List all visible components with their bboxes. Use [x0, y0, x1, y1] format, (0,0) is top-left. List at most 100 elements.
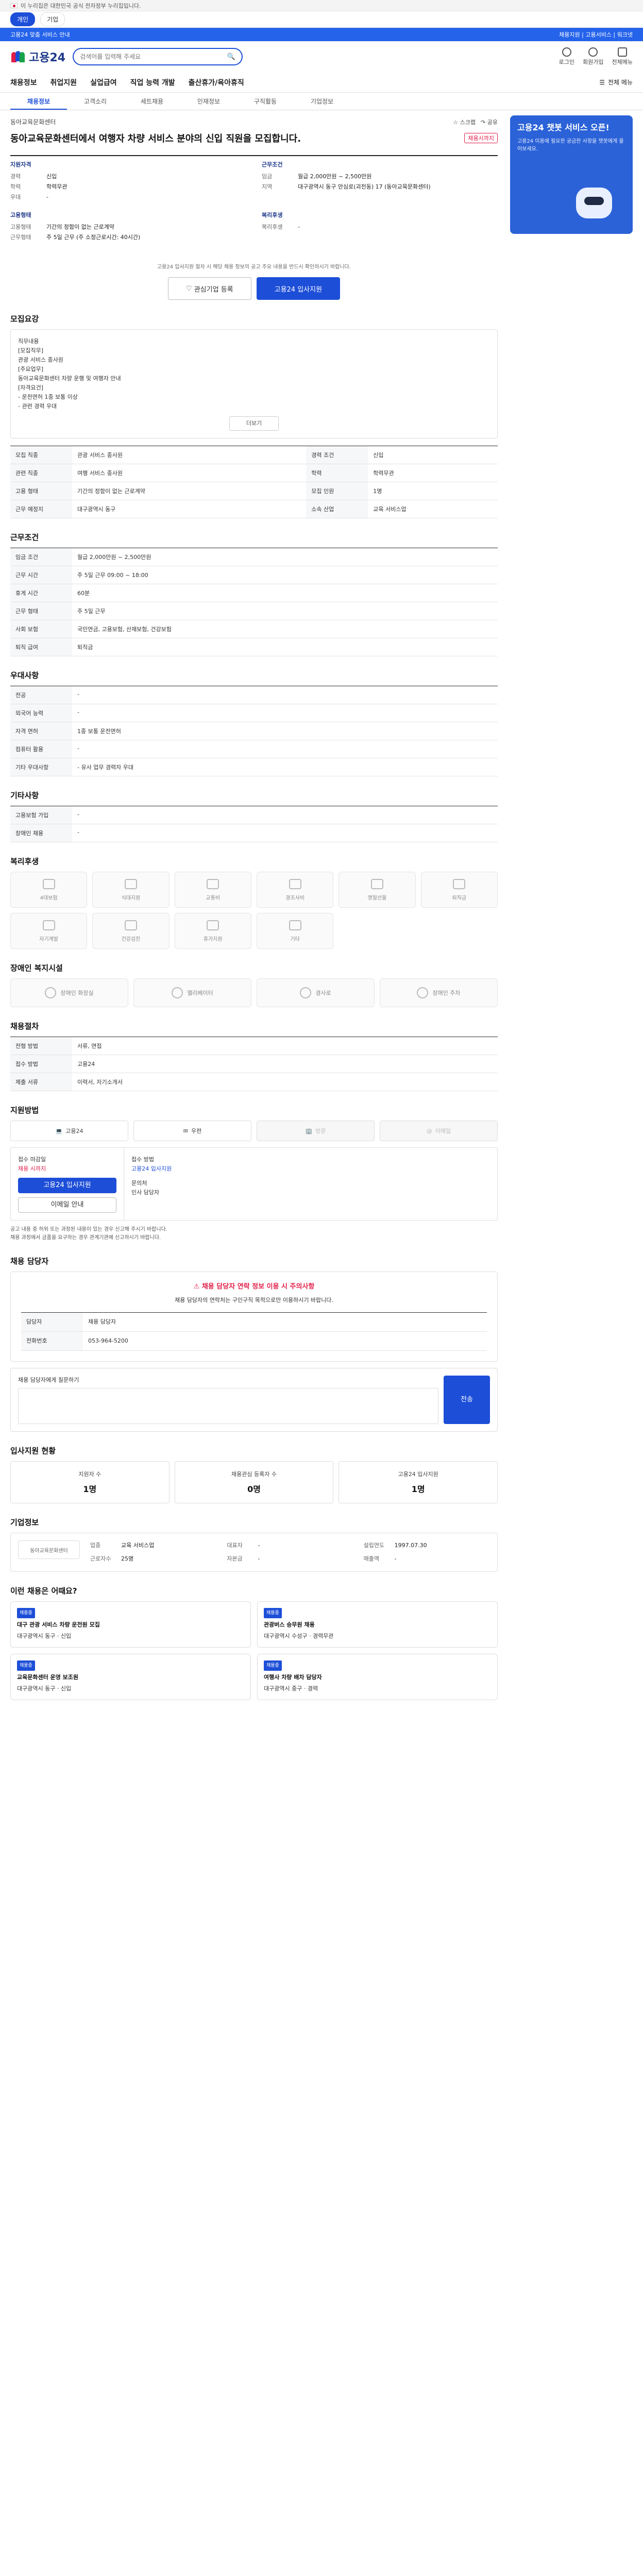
- search-icon[interactable]: 🔍: [227, 53, 235, 61]
- logo[interactable]: 고용24: [10, 48, 65, 65]
- detail-line: - 운전면허 1종 보통 이상: [18, 394, 78, 400]
- gnb-item-support[interactable]: 취업지원: [50, 77, 77, 88]
- gnb-item-training[interactable]: 직업 능력 개발: [130, 77, 175, 88]
- table-header-cell: 컴퓨터 활용: [10, 740, 72, 758]
- all-menu-label: 전체메뉴: [612, 59, 633, 65]
- star-icon: ☆: [453, 118, 459, 126]
- more-button[interactable]: 더보기: [229, 416, 279, 431]
- all-menu-button[interactable]: 전체메뉴: [612, 47, 633, 66]
- welfare-icon: [207, 920, 219, 930]
- tab-company-info[interactable]: 기업정보: [294, 93, 350, 110]
- welfare-card: 건강검진: [92, 913, 170, 949]
- table-row: 휴게 시간 60분: [10, 584, 498, 602]
- company-info-box: 동아교육문화센터 업종 교육 서비스업 대표자 - 설립연도 1997.07.30 근…: [10, 1533, 498, 1572]
- apply-counts: 지원자 수 1명 채용관심 등록자 수 0명 고용24 입사지원 1명: [10, 1461, 498, 1503]
- recommend-card[interactable]: 채용중 교육문화센터 운영 보조원 대구광역시 동구 · 신입: [10, 1654, 251, 1700]
- kv-value: 신입: [46, 173, 57, 180]
- method-title: 지원방법: [10, 1106, 39, 1115]
- tab-set[interactable]: 세트채용: [124, 93, 180, 110]
- recommend-title: 이런 채용은 어때요?: [10, 1586, 77, 1596]
- interest-button[interactable]: ♡ 관심기업 등록: [167, 277, 251, 300]
- share-button[interactable]: ↷ 공유: [481, 118, 498, 126]
- kv-key: 자본금: [227, 1555, 243, 1562]
- main-content: 동아교육문화센터 ☆ 스크랩 ↷ 공유 동아교육문화센터에서 여행자 차량 서비…: [10, 110, 498, 1721]
- table-cell: 월급 2,000만원 ~ 2,500만원: [72, 548, 498, 566]
- share-icon: ↷: [481, 118, 486, 126]
- kv-value: -: [394, 1555, 397, 1562]
- detail-line: [자격요건]: [18, 384, 44, 391]
- menu-icon: [617, 47, 627, 57]
- signup-button[interactable]: 회원가입: [583, 47, 604, 66]
- status-badge: 채용중: [264, 1660, 282, 1671]
- banner-desc: 고용24 이용에 필요한 궁금한 사항을 챗봇에게 물어보세요.: [517, 138, 624, 152]
- welfare-summary-block: 복리후생 복리후생 -: [262, 211, 498, 243]
- gov-notice-bar: 이 누리집은 대한민국 공식 전자정부 누리집입니다.: [0, 0, 643, 11]
- question-textarea[interactable]: [18, 1388, 438, 1424]
- tab-voice[interactable]: 고객소리: [67, 93, 124, 110]
- count-card: 채용관심 등록자 수 0명: [174, 1461, 334, 1503]
- gnb-item-benefit[interactable]: 실업급여: [90, 77, 117, 88]
- tab-talent[interactable]: 인재정보: [180, 93, 237, 110]
- tab-company[interactable]: 기업: [40, 12, 65, 26]
- tab-jobs[interactable]: 채용정보: [10, 93, 67, 110]
- job-header: 동아교육문화센터 ☆ 스크랩 ↷ 공유 동아교육문화센터에서 여행자 차량 서비…: [10, 110, 498, 156]
- method-row: 💻 고용24 ✉ 우편 🏢 방문 @ 이메일: [10, 1121, 498, 1141]
- kv-key: 대표자: [227, 1542, 243, 1549]
- recommend-card[interactable]: 채용중 관광버스 승무원 채용 대구광역시 수성구 · 경력무관: [257, 1601, 498, 1648]
- method-mail[interactable]: ✉ 우편: [133, 1121, 251, 1141]
- company-info-grid: 업종 교육 서비스업 대표자 - 설립연도 1997.07.30 근로자수 25명 자본…: [90, 1540, 490, 1564]
- user-icon: [562, 47, 571, 57]
- recommend-card[interactable]: 채용중 여행사 차량 배차 담당자 대구광역시 중구 · 경력: [257, 1654, 498, 1700]
- section-tabs: 채용정보 고객소리 세트채용 인재정보 구직활동 기업정보: [0, 93, 643, 110]
- question-label: 채용 담당자에게 질문하기: [18, 1377, 79, 1383]
- ramp-icon: [300, 987, 312, 998]
- table-header-cell: 제출 서류: [10, 1073, 72, 1091]
- table-header-cell: 고용 형태: [10, 482, 72, 500]
- apply-button[interactable]: 고용24 입사지원: [256, 277, 341, 300]
- rec-title: 관광버스 승무원 채용: [264, 1621, 315, 1628]
- welfare-card: 교통비: [174, 872, 251, 908]
- company-name[interactable]: 동아교육문화센터: [10, 117, 56, 126]
- count-label: 지원자 수: [78, 1471, 101, 1478]
- gnb-item-jobs[interactable]: 채용정보: [10, 77, 37, 88]
- welfare-icon: [124, 920, 137, 930]
- scrap-button[interactable]: ☆ 스크랩: [453, 118, 476, 126]
- welfare-icon: [124, 878, 137, 889]
- login-button[interactable]: 로그인: [559, 47, 574, 66]
- table-cell: 교육 서비스업: [368, 500, 498, 518]
- gnb-item-leave[interactable]: 출산휴가/육아휴직: [189, 77, 244, 88]
- bullet-line: 공고 내용 중 허위 또는 과장된 내용이 있는 경우 신고해 주시기 바랍니다…: [10, 1227, 167, 1232]
- apply-online-button[interactable]: 고용24 입사지원: [18, 1178, 116, 1193]
- supplement-table: 고용보험 가입 - 장애인 채용 -: [10, 806, 498, 842]
- table-header-cell: 고용보험 가입: [10, 806, 72, 824]
- apply-notice: 고용24 입사지원 절차 시 해당 채용 정보의 공고 주요 내용을 반드시 확…: [157, 264, 351, 270]
- method-label: 우편: [191, 1128, 202, 1134]
- tab-activity[interactable]: 구직활동: [237, 93, 294, 110]
- table-cell: -: [72, 704, 498, 722]
- table-cell: 주 5일 근무: [72, 602, 498, 620]
- email-guide-button[interactable]: 이메일 안내: [18, 1197, 116, 1213]
- welfare-icon: [42, 878, 55, 889]
- welfare-label: 식대지원: [121, 895, 141, 901]
- method-online[interactable]: 💻 고용24: [10, 1121, 128, 1141]
- table-row: 전공 -: [10, 686, 498, 704]
- table-cell: 1명: [368, 482, 498, 500]
- kv-value: -: [258, 1555, 260, 1562]
- recommend-card[interactable]: 채용중 대구 관광 서비스 차량 운전원 모집 대구광역시 동구 · 신입: [10, 1601, 251, 1648]
- send-question-button[interactable]: 전송: [444, 1376, 490, 1424]
- hamburger-icon: ☰: [599, 78, 605, 86]
- promo-right[interactable]: 채용지원 | 고용서비스 | 워크넷: [559, 30, 633, 39]
- promo-left[interactable]: 고용24 맞춤 서비스 안내: [10, 30, 70, 39]
- mail-icon: ✉: [183, 1127, 188, 1134]
- welfare-title: 복리후생: [10, 857, 39, 866]
- tab-personal[interactable]: 개인: [10, 12, 36, 26]
- menu-all-button[interactable]: ☰ 전체 메뉴: [599, 78, 633, 87]
- search-input[interactable]: [80, 53, 223, 60]
- job-title: 동아교육문화센터에서 여행자 차량 서비스 분야의 신입 직원을 모집합니다.: [10, 133, 301, 144]
- qualify-block: 지원자격 경력 신입 학력 학력무관 우대 -: [10, 160, 246, 202]
- cond-block: 근무조건 임금 월급 2,000만원 ~ 2,500만원 지역 대구광역시 동구 안…: [262, 160, 498, 202]
- chatbot-banner[interactable]: 고용24 챗봇 서비스 오픈! 고용24 이용에 필요한 궁금한 사항을 챗봇에…: [510, 115, 633, 234]
- cond-title: 근무조건: [262, 161, 283, 168]
- table-row: 전화번호 053-964-5200: [21, 1331, 487, 1351]
- detail-line: - 관련 경력 우대: [18, 403, 57, 410]
